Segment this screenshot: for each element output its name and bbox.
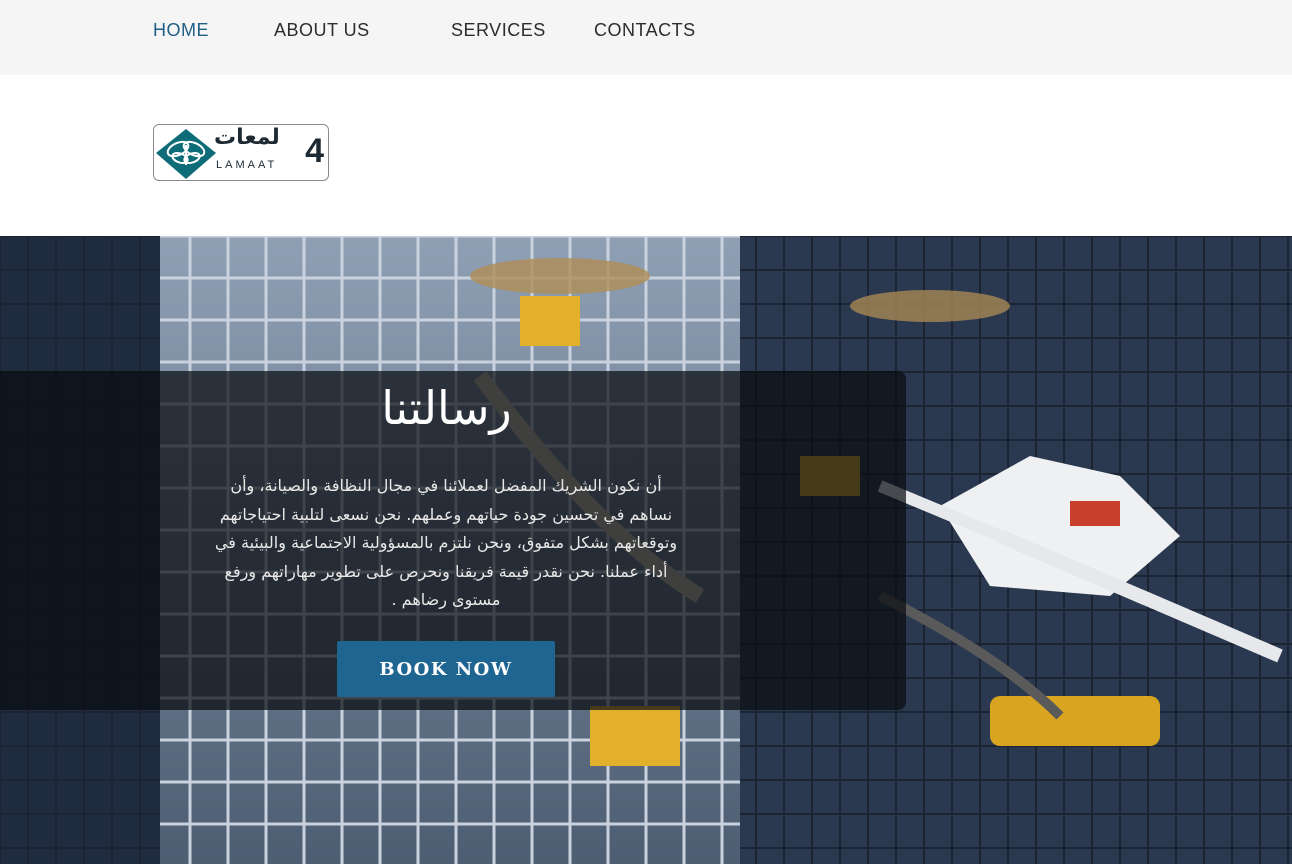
mission-text: أن نكون الشريك المفضل لعملائنا في مجال ا… [214,476,678,609]
site-logo[interactable]: لمعات LAMAAT 4 [153,124,329,181]
logo-arabic-text: لمعات [214,125,280,150]
mission-title: رسالتنا [381,381,512,435]
butterfly-drone-logo-icon [156,129,216,179]
nav-about-us-link[interactable]: ABOUT US [274,20,370,41]
book-now-button[interactable]: BOOK NOW [337,641,555,697]
nav-home-link[interactable]: HOME [153,20,209,41]
top-navigation: HOME ABOUT US SERVICES CONTACTS [0,0,1292,75]
nav-services-link[interactable]: SERVICES [451,20,546,41]
nav-contacts-link[interactable]: CONTACTS [594,20,696,41]
logo-mark-four: 4 [305,132,324,170]
logo-latin-text: LAMAAT [216,159,278,171]
